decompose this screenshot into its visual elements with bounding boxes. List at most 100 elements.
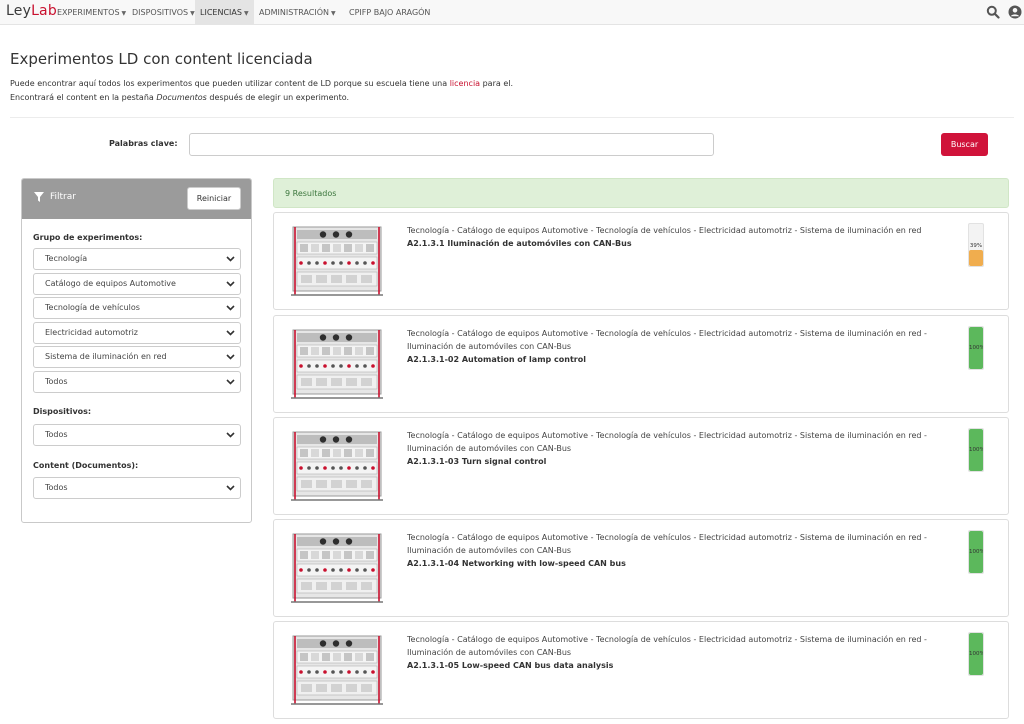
- progress-bar: 100%: [968, 632, 984, 676]
- progress-bar: 100%: [968, 428, 984, 472]
- result-title[interactable]: A2.1.3.1-05 Low-speed CAN bus data analy…: [407, 659, 947, 672]
- chevron-down-icon: [226, 305, 235, 311]
- result-text: Tecnología - Catálogo de equipos Automot…: [407, 531, 947, 570]
- device-thumbnail[interactable]: [289, 328, 385, 400]
- result-card[interactable]: Tecnología - Catálogo de equipos Automot…: [273, 212, 1009, 310]
- devices-select-value: Todos: [45, 430, 68, 439]
- progress-label: 100%: [969, 447, 984, 453]
- intro-line-2-end: después de elegir un experimento.: [206, 93, 350, 102]
- results-count-bar: 9 Resultados: [273, 178, 1009, 208]
- divider: [10, 117, 1014, 118]
- chevron-down-icon: [226, 330, 235, 336]
- licencia-link[interactable]: licencia: [450, 79, 480, 88]
- results-count: 9 Resultados: [285, 189, 337, 198]
- keywords-label: Palabras clave:: [109, 139, 178, 148]
- group-select-2[interactable]: Catálogo de equipos Automotive: [33, 273, 241, 295]
- result-title[interactable]: A2.1.3.1-02 Automation of lamp control: [407, 353, 947, 366]
- result-path: Tecnología - Catálogo de equipos Automot…: [407, 431, 927, 453]
- result-path: Tecnología - Catálogo de equipos Automot…: [407, 533, 927, 555]
- device-thumbnail[interactable]: [289, 225, 385, 297]
- devices-label: Dispositivos:: [33, 407, 92, 416]
- intro-line-1: Puede encontrar aquí todos los experimen…: [10, 77, 513, 91]
- result-title[interactable]: A2.1.3.1 Iluminación de automóviles con …: [407, 237, 947, 250]
- group-select-4[interactable]: Electricidad automotriz: [33, 322, 241, 344]
- nav-school-label: CPIFP BAJO ARAGÓN: [349, 8, 431, 17]
- group-select-2-value: Catálogo de equipos Automotive: [45, 279, 176, 288]
- device-thumbnail[interactable]: [289, 634, 385, 706]
- group-select-3-value: Tecnología de vehículos: [45, 303, 140, 312]
- intro-line-2-text: Encontrará el content en la pestaña: [10, 93, 157, 102]
- result-path: Tecnología - Catálogo de equipos Automot…: [407, 226, 922, 235]
- result-text: Tecnología - Catálogo de equipos Automot…: [407, 633, 947, 672]
- progress-bar: 100%: [968, 530, 984, 574]
- chevron-down-icon: [226, 354, 235, 360]
- filter-title-text: Filtrar: [50, 192, 76, 202]
- keywords-input[interactable]: [189, 133, 714, 156]
- progress-bar: 39%: [968, 223, 984, 267]
- intro-line-1-text: Puede encontrar aquí todos los experimen…: [10, 79, 450, 88]
- result-text: Tecnología - Catálogo de equipos Automot…: [407, 429, 947, 468]
- group-select-1-value: Tecnología: [45, 254, 88, 263]
- group-select-5-value: Sistema de iluminación en red: [45, 352, 167, 361]
- group-select-6-value: Todos: [45, 377, 68, 386]
- filter-header: Filtrar Reiniciar: [22, 179, 251, 219]
- device-thumbnail[interactable]: [289, 532, 385, 604]
- progress-label: 100%: [969, 549, 984, 555]
- result-path: Tecnología - Catálogo de equipos Automot…: [407, 635, 927, 657]
- user-icon[interactable]: [1008, 5, 1022, 19]
- result-title[interactable]: A2.1.3.1-04 Networking with low-speed CA…: [407, 557, 947, 570]
- group-select-1[interactable]: Tecnología: [33, 248, 241, 270]
- caret-down-icon: ▼: [243, 10, 249, 17]
- progress-fill: [969, 249, 983, 266]
- result-text: Tecnología - Catálogo de equipos Automot…: [407, 327, 947, 366]
- content-select-value: Todos: [45, 483, 68, 492]
- group-select-6[interactable]: Todos: [33, 371, 241, 393]
- nav-licencias-label: LICENCIAS: [200, 8, 242, 17]
- content-select[interactable]: Todos: [33, 477, 241, 499]
- reset-button[interactable]: Reiniciar: [187, 187, 241, 210]
- group-select-3[interactable]: Tecnología de vehículos: [33, 297, 241, 319]
- page-title: Experimentos LD con content licenciada: [10, 50, 313, 68]
- nav-dispositivos[interactable]: DISPOSITIVOS ▼: [127, 0, 200, 25]
- search-button[interactable]: Buscar: [941, 133, 988, 156]
- result-title[interactable]: A2.1.3.1-03 Turn signal control: [407, 455, 947, 468]
- result-card[interactable]: Tecnología - Catálogo de equipos Automot…: [273, 519, 1009, 617]
- result-card[interactable]: Tecnología - Catálogo de equipos Automot…: [273, 621, 1009, 719]
- funnel-icon: [34, 192, 44, 202]
- progress-label: 100%: [969, 345, 984, 351]
- result-card[interactable]: Tecnología - Catálogo de equipos Automot…: [273, 315, 1009, 413]
- filter-title: Filtrar: [34, 192, 76, 202]
- caret-down-icon: ▼: [331, 10, 336, 17]
- caret-down-icon: ▼: [121, 10, 127, 17]
- progress-bar: 100%: [968, 326, 984, 370]
- chevron-down-icon: [226, 485, 235, 491]
- intro-line-1-end: para el.: [480, 79, 514, 88]
- result-card[interactable]: Tecnología - Catálogo de equipos Automot…: [273, 417, 1009, 515]
- chevron-down-icon: [226, 256, 235, 262]
- intro-line-2: Encontrará el content en la pestaña Docu…: [10, 91, 513, 105]
- group-select-5[interactable]: Sistema de iluminación en red: [33, 346, 241, 368]
- devices-select[interactable]: Todos: [33, 424, 241, 446]
- result-text: Tecnología - Catálogo de equipos Automot…: [407, 224, 947, 250]
- device-thumbnail[interactable]: [289, 430, 385, 502]
- top-navbar: LeyLab EXPERIMENTOS ▼ DISPOSITIVOS ▼ LICEN…: [0, 0, 1024, 25]
- content-label: Content (Documentos):: [33, 461, 139, 470]
- chevron-down-icon: [226, 281, 235, 287]
- intro-text: Puede encontrar aquí todos los experimen…: [10, 77, 513, 105]
- nav-experimentos[interactable]: EXPERIMENTOS ▼: [52, 0, 131, 25]
- nav-administracion[interactable]: ADMINISTRACIÓN ▼: [254, 0, 341, 25]
- progress-label: 39%: [969, 242, 983, 249]
- nav-administracion-label: ADMINISTRACIÓN: [259, 8, 329, 17]
- search-icon[interactable]: [986, 5, 1000, 19]
- progress-label: 100%: [969, 651, 984, 657]
- nav-school[interactable]: CPIFP BAJO ARAGÓN: [344, 0, 435, 25]
- group-label: Grupo de experimentos:: [33, 233, 143, 242]
- logo-text-ley: Ley: [6, 3, 32, 19]
- nav-licencias[interactable]: LICENCIAS ▼: [195, 0, 254, 25]
- nav-experimentos-label: EXPERIMENTOS: [57, 8, 120, 17]
- leylab-logo[interactable]: LeyLab: [6, 3, 57, 19]
- intro-documentos: Documentos: [156, 93, 207, 102]
- chevron-down-icon: [226, 432, 235, 438]
- filter-panel: Filtrar Reiniciar Grupo de experimentos:…: [21, 178, 252, 523]
- result-path: Tecnología - Catálogo de equipos Automot…: [407, 329, 927, 351]
